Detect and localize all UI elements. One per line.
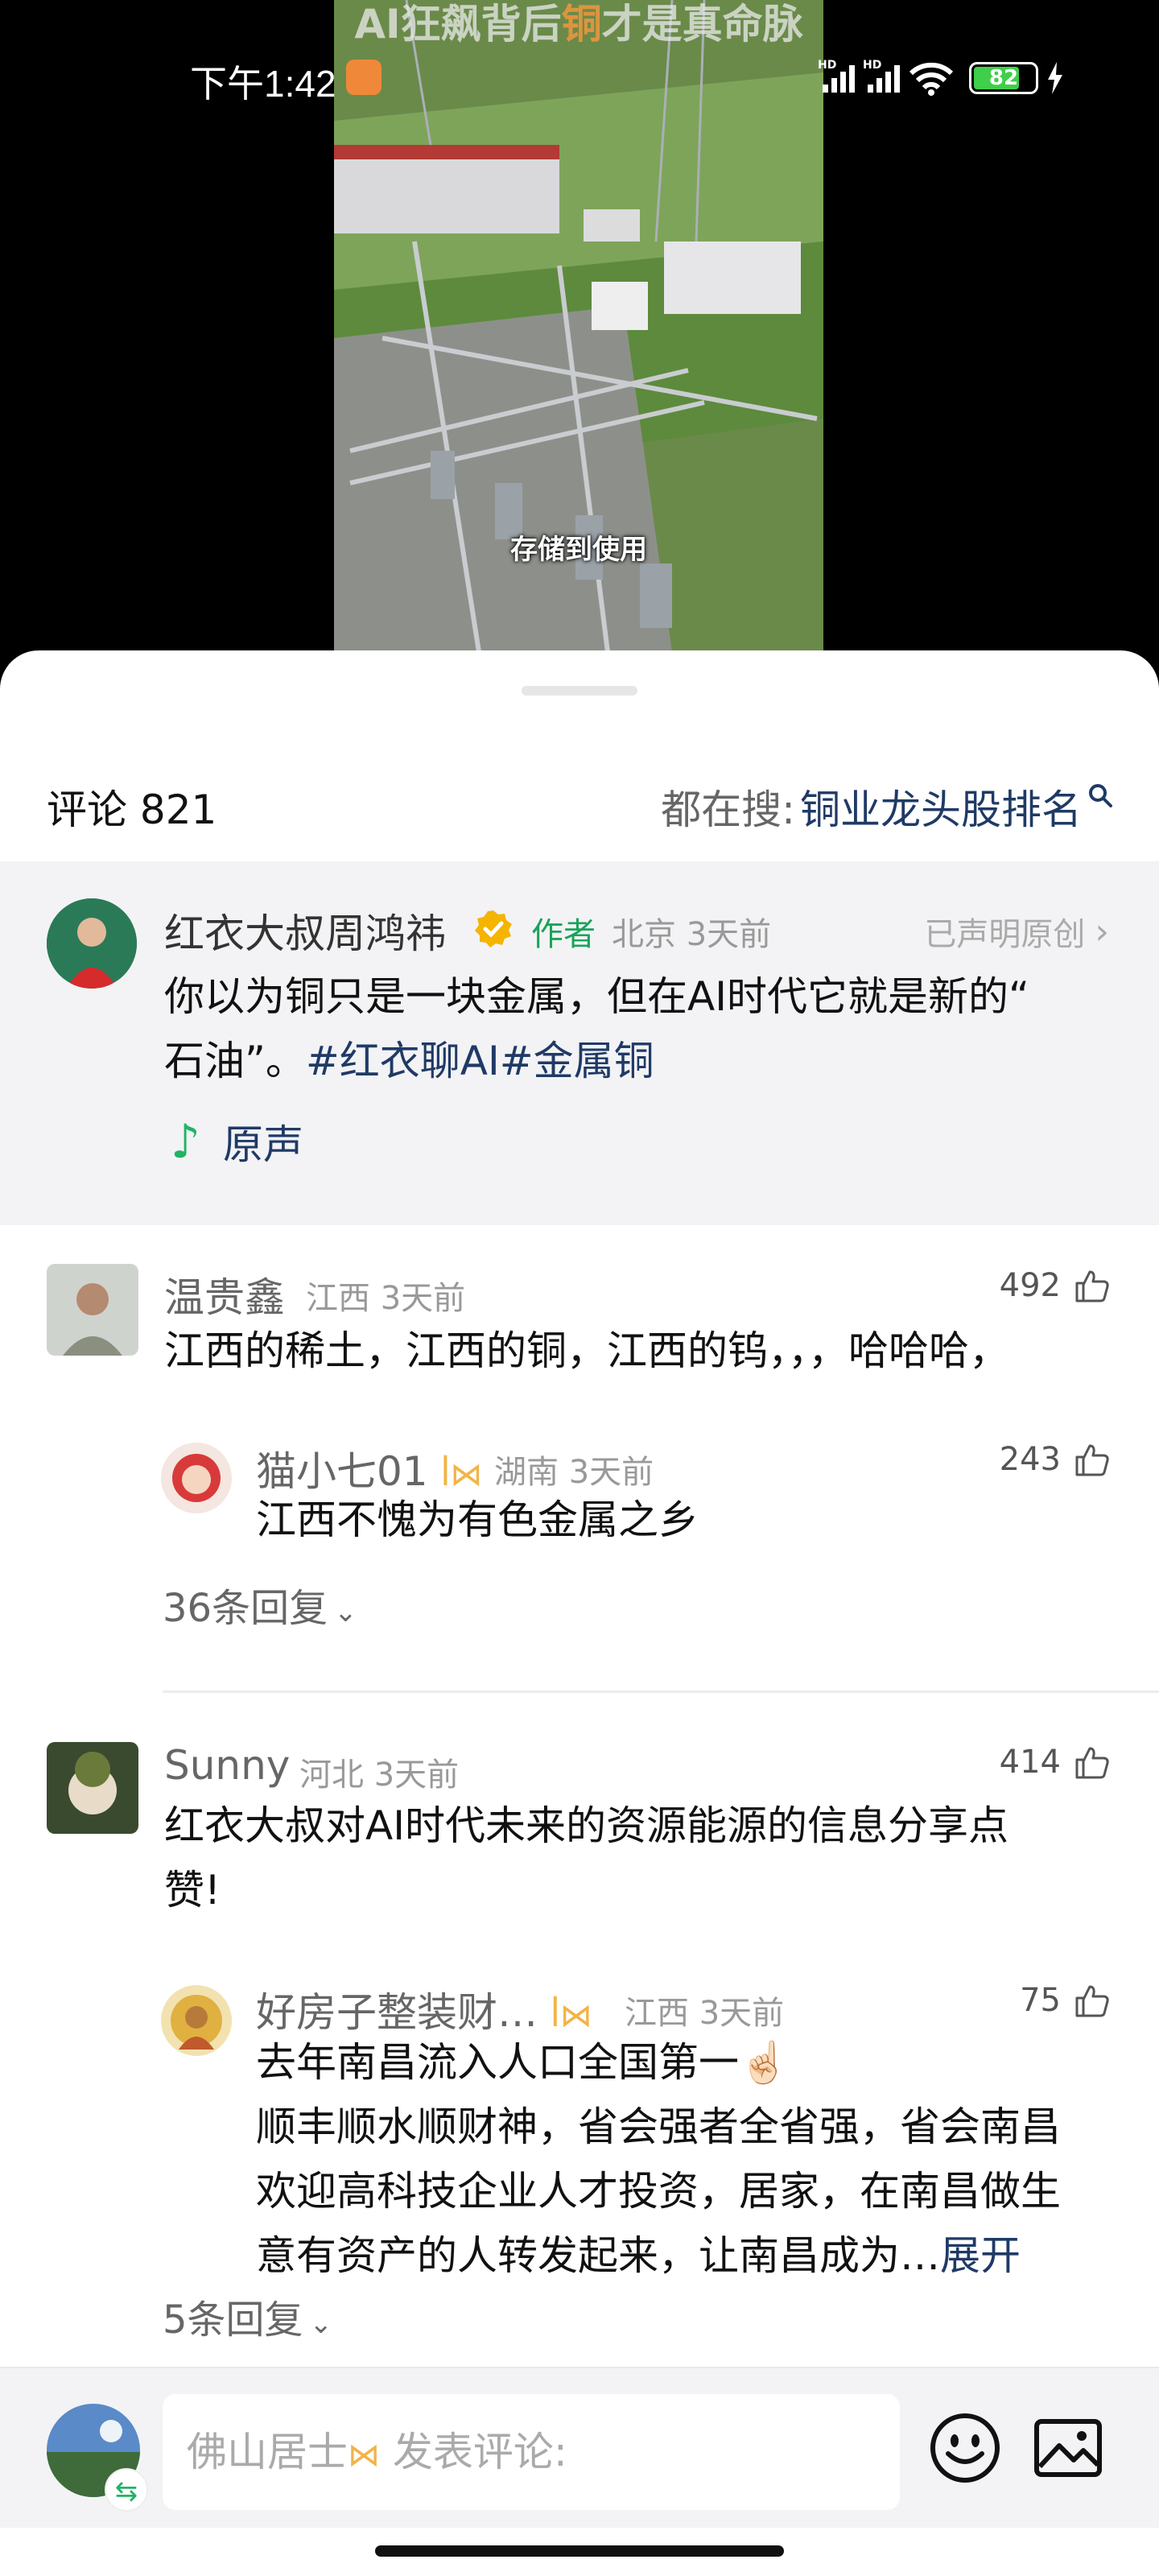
comments-header: 评论 821 都在搜: 铜业龙头股排名 (0, 763, 1159, 844)
member-badge-icon: ꟾ⋈ (550, 1997, 592, 2034)
member-badge-icon: ⋈ (348, 2437, 380, 2474)
chevron-down-icon: ⌄ (334, 1596, 357, 1629)
notification-app-icon (346, 60, 382, 95)
original-sound-link[interactable]: ♪ 原声 (171, 1113, 303, 1170)
signal-1-icon: HD (818, 59, 855, 93)
expand-text-button[interactable]: 展开 (940, 2232, 1021, 2279)
commenter-avatar[interactable] (47, 1264, 138, 1356)
reply-text-line: 顺丰顺水顺财神，省会强者全省强，省会南昌 (256, 2103, 1061, 2150)
music-note-icon: ♪ (171, 1114, 201, 1169)
original-claim-link[interactable]: 已声明原创 › (924, 908, 1109, 955)
chevron-right-icon: › (1095, 910, 1109, 952)
author-avatar[interactable] (47, 898, 137, 989)
like-button[interactable]: 243 (1000, 1441, 1111, 1478)
like-button[interactable]: 75 (1020, 1982, 1111, 2019)
battery-icon: 82 (969, 62, 1038, 94)
replies-count-label: 36条回复 (163, 1586, 328, 1631)
reply-text: 去年南昌流入人口全国第一☝🏻 顺丰顺水顺财神，省会强者全省强，省会南昌 欢迎高科… (256, 2030, 1061, 2288)
video-subtitle: 存储到使用 (510, 534, 647, 566)
signal-2-icon: HD (863, 59, 900, 93)
comment-meta: 江西 3天前 (306, 1280, 466, 1317)
search-icon[interactable] (1087, 782, 1114, 809)
switch-account-icon[interactable]: ⇆ (105, 2468, 148, 2512)
comment-meta: 河北 3天前 (299, 1757, 460, 1794)
like-count: 414 (999, 1744, 1061, 1781)
search-keyword[interactable]: 铜业龙头股排名 (800, 778, 1082, 836)
chevron-down-icon: ⌄ (309, 2308, 333, 2340)
home-indicator[interactable] (375, 2545, 784, 2557)
status-indicators: HD HD 82 (818, 58, 1064, 98)
image-icon[interactable] (1033, 2413, 1103, 2483)
reply-avatar[interactable] (161, 1443, 232, 1513)
author-post-text: 你以为铜只是一块金属，但在AI时代它就是新的“ 石油”。#红衣聊AI#金属铜 (164, 964, 1029, 1093)
comment-text: 红衣大叔对AI时代未来的资源能源的信息分享点 赞! (164, 1794, 1008, 1922)
original-sound-label: 原声 (223, 1121, 304, 1168)
status-time: 下午1:42 (190, 63, 336, 105)
drag-handle[interactable] (522, 686, 637, 696)
expand-replies-button[interactable]: 5条回复 ⌄ (163, 2288, 332, 2344)
emoji-icon[interactable] (927, 2410, 1003, 2486)
divider (163, 1690, 1159, 1693)
author-post-line: 你以为铜只是一块金属，但在AI时代它就是新的“ (164, 973, 1029, 1020)
replies-count-label: 5条回复 (163, 2297, 303, 2343)
like-count: 492 (999, 1267, 1061, 1304)
status-bar: 下午1:42 HD HD 82 (0, 48, 1159, 105)
thumbs-up-icon (1075, 1270, 1109, 1302)
reply-text-line: 欢迎高科技企业人才投资，居家，在南昌做生 (256, 2168, 1061, 2215)
comments-count-title: 评论 821 (47, 786, 217, 833)
reply-text-line: 意有资产的人转发起来，让南昌成为… (256, 2232, 940, 2279)
verified-icon (475, 910, 512, 947)
expand-replies-button[interactable]: 36条回复 ⌄ (163, 1576, 357, 1633)
reply-text: 江西不愧为有色金属之乡 (256, 1496, 699, 1543)
author-post-meta: 北京 3天前 (612, 916, 772, 953)
author-tag: 作者 (531, 916, 596, 953)
comment-text-line: 赞! (164, 1867, 221, 1913)
like-button[interactable]: 492 (1000, 1267, 1111, 1304)
reply-text-line: 去年南昌流入人口全国第一☝🏻 (256, 2039, 790, 2086)
search-prefix: 都在搜: (661, 786, 795, 833)
author-post-line: 石油”。 (164, 1038, 306, 1084)
search-suggestion[interactable]: 都在搜: 铜业龙头股排名 (661, 778, 1114, 836)
thumbs-up-icon (1075, 1444, 1109, 1476)
comments-sheet: 评论 821 都在搜: 铜业龙头股排名 红衣大叔周鸿祎 作者 北京 3天前 已声… (0, 650, 1159, 2576)
like-count: 75 (1020, 1982, 1061, 2019)
like-count: 243 (999, 1441, 1061, 1478)
hashtag-link[interactable]: #红衣聊AI#金属铜 (306, 1038, 654, 1084)
reply-meta: 江西 3天前 (625, 1995, 785, 2032)
original-claim-label: 已声明原创 (924, 916, 1086, 953)
charging-icon (1048, 62, 1062, 94)
comment-text: 江西的稀土，江西的铜，江西的钨，，，哈哈哈， (164, 1327, 1009, 1374)
comment-input[interactable]: 佛山居士⋈ 发表评论: (163, 2394, 900, 2510)
comment-input-placeholder: 佛山居士⋈ 发表评论: (187, 2429, 567, 2475)
commenter-avatar[interactable] (47, 1742, 138, 1834)
thumbs-up-icon (1075, 1747, 1109, 1779)
author-post: 红衣大叔周鸿祎 作者 北京 3天前 已声明原创 › 你以为铜只是一块金属，但在AI… (0, 861, 1159, 1225)
like-button[interactable]: 414 (1000, 1744, 1111, 1781)
author-name[interactable]: 红衣大叔周鸿祎 (164, 902, 446, 960)
commenter-name[interactable]: Sunny (164, 1742, 290, 1789)
comment-text-line: 红衣大叔对AI时代未来的资源能源的信息分享点 (164, 1802, 1008, 1849)
thumbs-up-icon (1075, 1985, 1109, 2017)
commenter-name[interactable]: 温贵鑫 (164, 1265, 285, 1323)
wifi-icon (909, 62, 954, 96)
reply-meta: 湖南 3天前 (494, 1454, 654, 1491)
reply-avatar[interactable] (161, 1985, 232, 2056)
comment-input-bar: ⇆ 佛山居士⋈ 发表评论: (0, 2367, 1159, 2528)
video-player[interactable]: AI狂飙背后铜才是真命脉 存储到使用 下午1:42 HD HD 82 (0, 0, 1159, 668)
video-top-caption: AI狂飙背后铜才是真命脉 (354, 1, 803, 47)
